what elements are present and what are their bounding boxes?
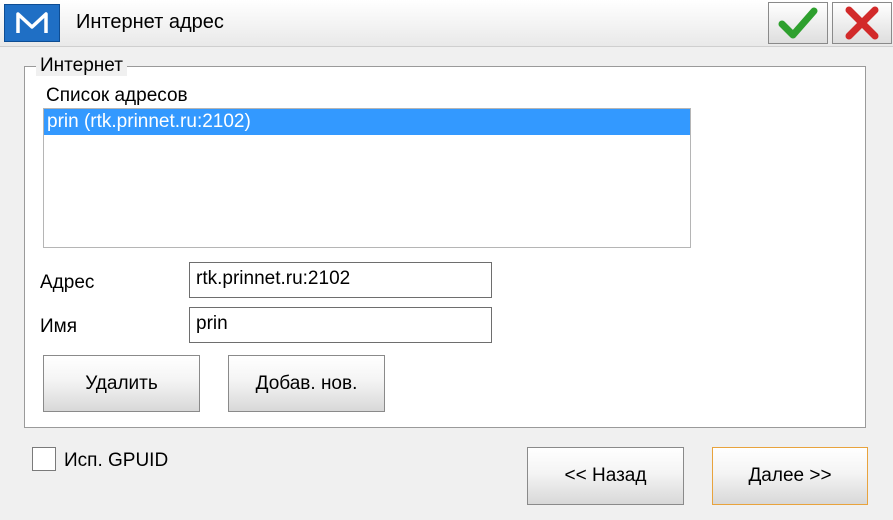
address-list-caption: Список адресов [46, 85, 188, 106]
list-item[interactable]: prin (rtk.prinnet.ru:2102) [44, 109, 690, 135]
address-label: Адрес [40, 272, 95, 293]
delete-button[interactable]: Удалить [43, 355, 200, 412]
gpuid-label: Исп. GPUID [64, 450, 169, 471]
gpuid-checkbox[interactable] [32, 447, 56, 471]
close-icon [845, 6, 879, 40]
ok-button[interactable] [768, 2, 828, 44]
cancel-button[interactable] [832, 2, 892, 44]
name-field[interactable]: prin [189, 307, 492, 343]
checkmark-icon [778, 7, 818, 39]
m-logo-icon[interactable] [4, 4, 60, 42]
next-button[interactable]: Далее >> [712, 447, 868, 505]
add-new-button[interactable]: Добав. нов. [228, 355, 385, 412]
group-legend: Интернет [36, 56, 127, 76]
window-title: Интернет адрес [76, 11, 224, 33]
address-field[interactable]: rtk.prinnet.ru:2102 [189, 262, 492, 298]
title-bar: Интернет адрес [0, 0, 893, 47]
back-button[interactable]: << Назад [527, 447, 684, 505]
address-list[interactable]: prin (rtk.prinnet.ru:2102) [43, 108, 691, 248]
name-label: Имя [40, 316, 78, 337]
